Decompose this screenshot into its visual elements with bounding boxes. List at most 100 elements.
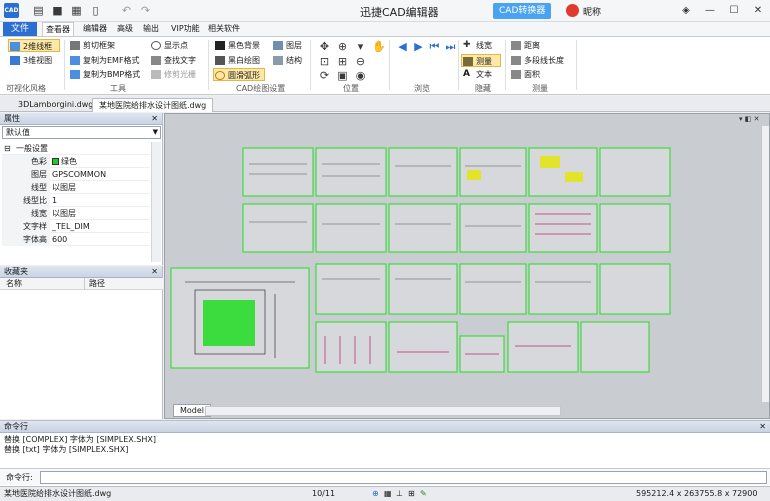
column-name[interactable]: 名称 bbox=[6, 278, 22, 290]
properties-select[interactable]: 默认值 ▼ bbox=[2, 126, 161, 139]
drawing-sheet[interactable] bbox=[528, 203, 598, 253]
view-3d-button[interactable]: 3维视图 bbox=[9, 54, 52, 67]
vertical-scrollbar[interactable] bbox=[761, 126, 769, 402]
collapse-icon[interactable]: ⊟ bbox=[4, 142, 11, 155]
tab-editor[interactable]: 编辑器 bbox=[80, 22, 110, 36]
pan-icon[interactable]: ✥ bbox=[318, 40, 331, 53]
show-points-button[interactable]: 显示点 bbox=[150, 39, 188, 52]
cad-converter-button[interactable]: CAD转换器 bbox=[493, 3, 552, 19]
drawing-sheet[interactable] bbox=[528, 147, 598, 197]
grid-icon[interactable]: ▦ bbox=[384, 487, 392, 501]
maximize-icon[interactable]: ☐ bbox=[724, 2, 744, 19]
layers-button[interactable]: 图层 bbox=[272, 39, 302, 52]
zoom-window-icon[interactable]: ⊞ bbox=[336, 55, 349, 68]
wireframe-2d-button[interactable]: 2维线框 bbox=[8, 39, 60, 52]
drawing-sheet[interactable] bbox=[599, 203, 671, 253]
drawing-sheet[interactable] bbox=[388, 321, 458, 373]
smooth-arc-button[interactable]: 圆滑弧形 bbox=[213, 68, 265, 81]
property-row[interactable]: 图层 GPSCOMMON bbox=[2, 168, 150, 181]
user-name[interactable]: 昵称 bbox=[583, 5, 601, 18]
print-icon[interactable]: ▦ bbox=[70, 4, 83, 17]
fit-icon[interactable]: ⊡ bbox=[318, 55, 331, 68]
drawing-sheet[interactable] bbox=[599, 263, 671, 315]
text-toggle-button[interactable]: A 文本 bbox=[462, 68, 492, 81]
zoom-out-icon[interactable]: ⊖ bbox=[354, 55, 367, 68]
redo-icon[interactable]: ↷ bbox=[139, 4, 152, 17]
black-background-button[interactable]: 黑色背景 bbox=[214, 39, 260, 52]
drawing-sheet[interactable] bbox=[388, 147, 458, 197]
tab-file[interactable]: 文件 bbox=[3, 22, 37, 36]
measure-toggle-button[interactable]: 测量 bbox=[461, 54, 501, 67]
trim-raster-button[interactable]: 修剪光栅 bbox=[150, 68, 196, 81]
restore-icon[interactable]: ◈ bbox=[676, 2, 696, 19]
save-icon[interactable]: ■ bbox=[51, 4, 64, 17]
properties-section[interactable]: ⊟ 一般设置 bbox=[2, 142, 150, 155]
lineweight-button[interactable]: ✚ 线宽 bbox=[462, 39, 492, 52]
pen-icon[interactable]: ✎ bbox=[420, 487, 427, 501]
column-path[interactable]: 路径 bbox=[84, 278, 105, 290]
drawing-sheet[interactable] bbox=[315, 147, 387, 197]
drawing-sheet[interactable] bbox=[528, 263, 598, 315]
drawing-sheet[interactable] bbox=[599, 147, 671, 197]
snap-icon[interactable]: ⊕ bbox=[372, 487, 379, 501]
ortho-icon[interactable]: ⊥ bbox=[396, 487, 403, 501]
drawing-sheet[interactable] bbox=[388, 203, 458, 253]
zoom-in-icon[interactable]: ⊕ bbox=[336, 40, 349, 53]
polar-icon[interactable]: ⊞ bbox=[408, 487, 415, 501]
tab-viewer[interactable]: 查看器 bbox=[42, 22, 74, 36]
drawing-sheet[interactable] bbox=[242, 203, 314, 253]
drawing-sheet[interactable] bbox=[315, 321, 387, 373]
black-white-button[interactable]: 黑白绘图 bbox=[214, 54, 260, 67]
property-row[interactable]: 字体高 600 bbox=[2, 233, 150, 246]
close-icon[interactable]: ✕ bbox=[754, 115, 760, 123]
drawing-sheet[interactable] bbox=[242, 147, 314, 197]
arrow-left-icon[interactable]: ◀ bbox=[396, 40, 409, 53]
property-row[interactable]: 色彩 绿色 bbox=[2, 155, 150, 168]
tab-advanced[interactable]: 高级 bbox=[114, 22, 136, 36]
property-row[interactable]: 文字样 _TEL_DIM bbox=[2, 220, 150, 233]
drawing-sheet[interactable] bbox=[507, 321, 579, 373]
drawing-sheet[interactable] bbox=[315, 203, 387, 253]
drawing-sheet[interactable] bbox=[459, 263, 527, 315]
copy-emf-button[interactable]: 复制为EMF格式 bbox=[69, 54, 140, 67]
page-icon[interactable]: ▯ bbox=[89, 4, 102, 17]
folder-icon[interactable]: ▤ bbox=[32, 4, 45, 17]
horizontal-scrollbar[interactable] bbox=[205, 406, 561, 416]
restore-icon[interactable]: ◧ bbox=[745, 115, 752, 123]
tab-output[interactable]: 输出 bbox=[140, 22, 162, 36]
zoom-menu-icon[interactable]: ▾ bbox=[354, 40, 367, 53]
property-row[interactable]: 线宽 以图层 bbox=[2, 207, 150, 220]
doc-tab-lamborgini[interactable]: 3DLamborgini.dwg bbox=[12, 98, 99, 112]
close-icon[interactable]: ✕ bbox=[748, 2, 768, 19]
avatar[interactable] bbox=[566, 4, 579, 17]
property-row[interactable]: 线型 以图层 bbox=[2, 181, 150, 194]
distance-button[interactable]: 距离 bbox=[510, 39, 540, 52]
hand-icon[interactable]: ✋ bbox=[372, 40, 386, 53]
doc-tab-hospital[interactable]: 某地医院给排水设计图纸.dwg bbox=[92, 98, 214, 112]
arrow-last-icon[interactable]: ⏭ bbox=[444, 40, 457, 53]
chevron-down-icon[interactable]: ▾ bbox=[739, 115, 743, 123]
drawing-canvas[interactable]: ▾ ◧ ✕ Model bbox=[164, 113, 770, 419]
pin-icon[interactable]: ✕ bbox=[151, 113, 158, 125]
area-button[interactable]: 面积 bbox=[510, 68, 540, 81]
copy-bmp-button[interactable]: 复制为BMP格式 bbox=[69, 68, 140, 81]
arrow-right-icon[interactable]: ▶ bbox=[412, 40, 425, 53]
tab-vip[interactable]: VIP功能 bbox=[168, 22, 203, 36]
undo-icon[interactable]: ↶ bbox=[120, 4, 133, 17]
command-input[interactable] bbox=[40, 471, 767, 484]
close-icon[interactable]: ✕ bbox=[151, 266, 158, 278]
tab-related[interactable]: 相关软件 bbox=[205, 22, 243, 36]
polyline-length-button[interactable]: 多段线长度 bbox=[510, 54, 564, 67]
structure-button[interactable]: 结构 bbox=[272, 54, 302, 67]
properties-scrollbar[interactable] bbox=[151, 142, 161, 262]
drawing-sheet[interactable] bbox=[459, 203, 527, 253]
fit-all-icon[interactable]: ▣ bbox=[336, 69, 349, 82]
minimize-icon[interactable]: — bbox=[700, 2, 720, 19]
rotate-icon[interactable]: ⟳ bbox=[318, 69, 331, 82]
arrow-first-icon[interactable]: ⏮ bbox=[428, 40, 441, 53]
find-text-button[interactable]: 查找文字 bbox=[150, 54, 196, 67]
layer-zoom-icon[interactable]: ◉ bbox=[354, 69, 367, 82]
drawing-sheet[interactable] bbox=[315, 263, 387, 315]
clip-frame-button[interactable]: 剪切框架 bbox=[69, 39, 115, 52]
drawing-sheet[interactable] bbox=[388, 263, 458, 315]
